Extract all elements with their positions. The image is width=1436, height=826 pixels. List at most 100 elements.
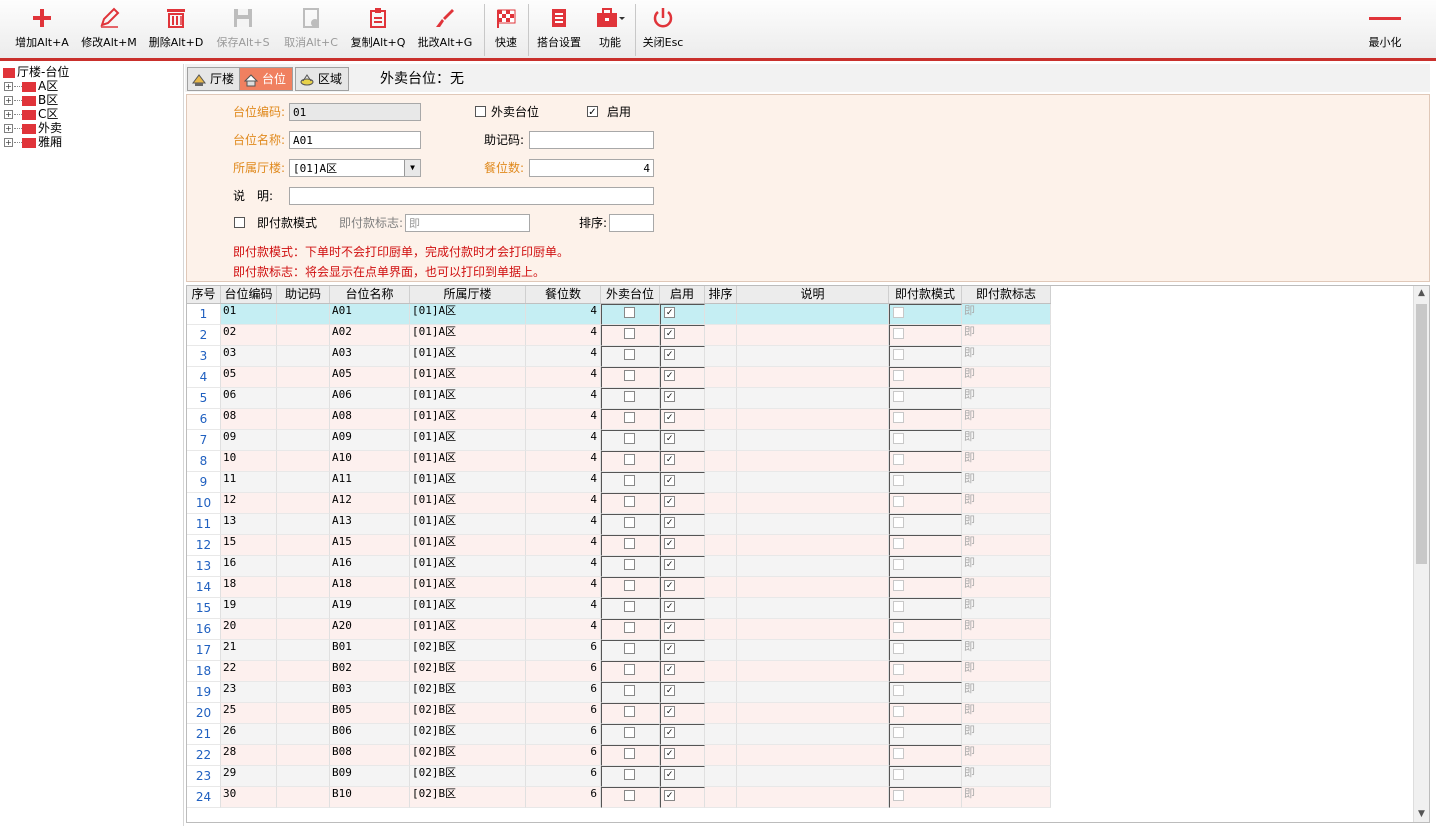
tree-item[interactable]: + B区	[4, 93, 58, 107]
grid-cell-seats[interactable]: 4	[526, 598, 601, 619]
grid-cell-seq[interactable]: 11	[187, 514, 221, 535]
grid-cell-code[interactable]: 25	[221, 703, 277, 724]
grid-cell-enable[interactable]: ✓	[660, 304, 705, 325]
grid-cell-enable[interactable]: ✓	[660, 514, 705, 535]
table-row[interactable]: 24 30 B10 [02]B区 6 ✓ 即	[187, 787, 1051, 808]
grid-cell-sort[interactable]	[705, 325, 737, 346]
grid-cell-seq[interactable]: 23	[187, 766, 221, 787]
column-header[interactable]: 餐位数	[526, 286, 601, 303]
grid-cell-seats[interactable]: 4	[526, 472, 601, 493]
grid-cell-hall[interactable]: [01]A区	[410, 514, 526, 535]
tree-item[interactable]: + A区	[4, 79, 58, 93]
table-row[interactable]: 21 26 B06 [02]B区 6 ✓ 即	[187, 724, 1051, 745]
grid-cell-sort[interactable]	[705, 745, 737, 766]
grid-cell-hall[interactable]: [01]A区	[410, 388, 526, 409]
grid-cell-code[interactable]: 30	[221, 787, 277, 808]
close-button[interactable]: 关闭Esc	[640, 6, 686, 54]
grid-cell-enable[interactable]: ✓	[660, 472, 705, 493]
grid-cell-flag[interactable]: 即	[962, 472, 1051, 493]
grid-cell-name[interactable]: A13	[330, 514, 410, 535]
grid-cell-flag[interactable]: 即	[962, 682, 1051, 703]
table-row[interactable]: 22 28 B08 [02]B区 6 ✓ 即	[187, 745, 1051, 766]
grid-cell-hall[interactable]: [01]A区	[410, 409, 526, 430]
grid-cell-desc[interactable]	[737, 304, 889, 325]
grid-cell-code[interactable]: 15	[221, 535, 277, 556]
grid-cell-instant[interactable]	[889, 409, 962, 430]
table-row[interactable]: 2 02 A02 [01]A区 4 ✓ 即	[187, 325, 1051, 346]
grid-cell-instant[interactable]	[889, 766, 962, 787]
grid-cell-hall[interactable]: [02]B区	[410, 661, 526, 682]
grid-cell-desc[interactable]	[737, 451, 889, 472]
grid-cell-enable[interactable]: ✓	[660, 325, 705, 346]
table-row[interactable]: 8 10 A10 [01]A区 4 ✓ 即	[187, 451, 1051, 472]
grid-cell-memo[interactable]	[277, 325, 330, 346]
table-row[interactable]: 13 16 A16 [01]A区 4 ✓ 即	[187, 556, 1051, 577]
grid-cell-desc[interactable]	[737, 472, 889, 493]
grid-cell-seats[interactable]: 6	[526, 724, 601, 745]
instant-checkbox[interactable]	[893, 559, 904, 570]
grid-cell-code[interactable]: 09	[221, 430, 277, 451]
table-row[interactable]: 6 08 A08 [01]A区 4 ✓ 即	[187, 409, 1051, 430]
memo-code-field[interactable]	[529, 131, 654, 149]
takeout-checkbox[interactable]	[624, 580, 635, 591]
enable-checkbox[interactable]: ✓	[587, 106, 598, 118]
grid-cell-name[interactable]: A09	[330, 430, 410, 451]
grid-cell-seats[interactable]: 6	[526, 787, 601, 808]
grid-cell-flag[interactable]: 即	[962, 388, 1051, 409]
table-setting-button[interactable]: 搭台设置	[532, 6, 586, 54]
save-button[interactable]: 保存Alt+S	[212, 6, 274, 54]
grid-cell-flag[interactable]: 即	[962, 661, 1051, 682]
grid-cell-enable[interactable]: ✓	[660, 493, 705, 514]
tree-root[interactable]: 厅楼-台位	[3, 65, 69, 79]
grid-cell-enable[interactable]: ✓	[660, 766, 705, 787]
grid-cell-instant[interactable]	[889, 619, 962, 640]
grid-cell-seats[interactable]: 4	[526, 304, 601, 325]
grid-cell-hall[interactable]: [01]A区	[410, 451, 526, 472]
grid-cell-seats[interactable]: 6	[526, 703, 601, 724]
grid-cell-desc[interactable]	[737, 535, 889, 556]
grid-cell-takeout[interactable]	[601, 661, 660, 682]
grid-cell-seats[interactable]: 4	[526, 619, 601, 640]
instant-checkbox[interactable]	[893, 790, 904, 801]
enable-checkbox[interactable]: ✓	[664, 622, 675, 633]
instant-checkbox[interactable]	[893, 370, 904, 381]
table-row[interactable]: 3 03 A03 [01]A区 4 ✓ 即	[187, 346, 1051, 367]
grid-cell-takeout[interactable]	[601, 556, 660, 577]
grid-cell-sort[interactable]	[705, 493, 737, 514]
grid-cell-hall[interactable]: [02]B区	[410, 724, 526, 745]
chevron-down-icon[interactable]: ▼	[404, 160, 420, 176]
grid-cell-flag[interactable]: 即	[962, 535, 1051, 556]
grid-cell-sort[interactable]	[705, 661, 737, 682]
enable-checkbox[interactable]: ✓	[664, 307, 675, 318]
enable-checkbox[interactable]: ✓	[664, 496, 675, 507]
grid-cell-sort[interactable]	[705, 451, 737, 472]
takeout-checkbox[interactable]	[624, 454, 635, 465]
grid-cell-code[interactable]: 06	[221, 388, 277, 409]
column-header[interactable]: 台位名称	[330, 286, 410, 303]
takeout-checkbox[interactable]	[624, 349, 635, 360]
edit-button[interactable]: 修改Alt+M	[78, 6, 140, 54]
grid-cell-memo[interactable]	[277, 535, 330, 556]
grid-cell-enable[interactable]: ✓	[660, 451, 705, 472]
grid-cell-instant[interactable]	[889, 598, 962, 619]
grid-cell-desc[interactable]	[737, 640, 889, 661]
enable-checkbox[interactable]: ✓	[664, 412, 675, 423]
grid-cell-sort[interactable]	[705, 556, 737, 577]
grid-cell-seq[interactable]: 2	[187, 325, 221, 346]
table-row[interactable]: 17 21 B01 [02]B区 6 ✓ 即	[187, 640, 1051, 661]
grid-cell-memo[interactable]	[277, 724, 330, 745]
grid-cell-flag[interactable]: 即	[962, 577, 1051, 598]
name-field[interactable]: A01	[289, 131, 421, 149]
grid-cell-desc[interactable]	[737, 409, 889, 430]
enable-checkbox[interactable]: ✓	[664, 643, 675, 654]
function-button[interactable]: 功能	[590, 6, 630, 54]
grid-cell-sort[interactable]	[705, 514, 737, 535]
seats-field[interactable]: 4	[529, 159, 654, 177]
grid-cell-flag[interactable]: 即	[962, 367, 1051, 388]
takeout-checkbox[interactable]	[624, 790, 635, 801]
grid-cell-enable[interactable]: ✓	[660, 682, 705, 703]
grid-cell-sort[interactable]	[705, 766, 737, 787]
grid-cell-hall[interactable]: [01]A区	[410, 556, 526, 577]
grid-cell-hall[interactable]: [02]B区	[410, 766, 526, 787]
column-header[interactable]: 排序	[705, 286, 737, 303]
